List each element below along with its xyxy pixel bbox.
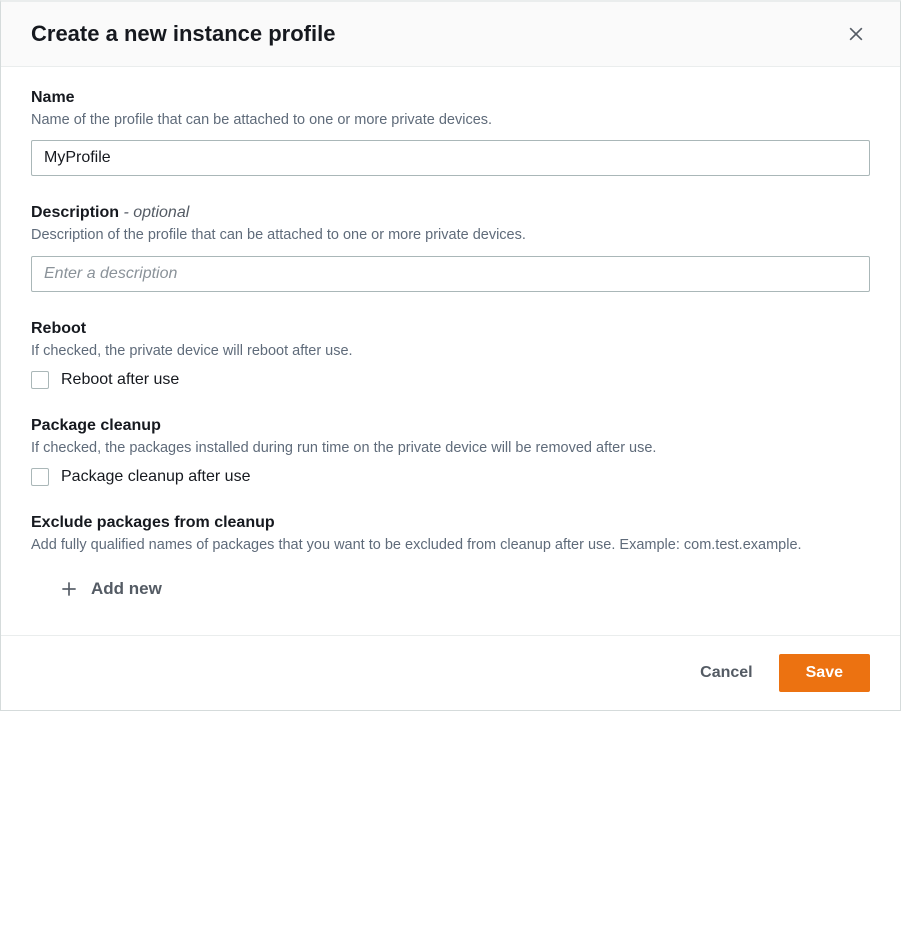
description-optional-suffix: - optional [119, 204, 189, 221]
modal-title: Create a new instance profile [31, 21, 335, 47]
name-label: Name [31, 89, 870, 107]
save-button[interactable]: Save [779, 654, 870, 692]
description-label: Description - optional [31, 204, 870, 222]
create-instance-profile-modal: Create a new instance profile Name Name … [0, 0, 901, 711]
description-input[interactable] [31, 256, 870, 292]
name-input[interactable] [31, 140, 870, 176]
package-cleanup-checkbox-label[interactable]: Package cleanup after use [61, 468, 250, 486]
reboot-label: Reboot [31, 320, 870, 338]
exclude-packages-field-group: Exclude packages from cleanup Add fully … [31, 514, 870, 605]
package-cleanup-label: Package cleanup [31, 417, 870, 435]
modal-header: Create a new instance profile [1, 2, 900, 67]
description-field-group: Description - optional Description of th… [31, 204, 870, 291]
name-field-group: Name Name of the profile that can be att… [31, 89, 870, 176]
reboot-checkbox-row: Reboot after use [31, 371, 870, 389]
package-cleanup-checkbox-row: Package cleanup after use [31, 468, 870, 486]
reboot-hint: If checked, the private device will rebo… [31, 341, 870, 361]
package-cleanup-field-group: Package cleanup If checked, the packages… [31, 417, 870, 486]
exclude-packages-label: Exclude packages from cleanup [31, 514, 870, 532]
modal-footer: Cancel Save [1, 635, 900, 710]
close-button[interactable] [842, 20, 870, 48]
reboot-field-group: Reboot If checked, the private device wi… [31, 320, 870, 389]
cancel-button[interactable]: Cancel [696, 656, 756, 690]
package-cleanup-checkbox[interactable] [31, 468, 49, 486]
exclude-packages-hint: Add fully qualified names of packages th… [31, 535, 870, 555]
description-label-text: Description [31, 204, 119, 221]
add-new-label: Add new [91, 579, 162, 599]
plus-icon [59, 579, 79, 599]
reboot-checkbox-label[interactable]: Reboot after use [61, 371, 179, 389]
description-hint: Description of the profile that can be a… [31, 225, 870, 245]
close-icon [846, 24, 866, 44]
name-hint: Name of the profile that can be attached… [31, 110, 870, 130]
reboot-checkbox[interactable] [31, 371, 49, 389]
add-new-button[interactable]: Add new [59, 573, 162, 605]
modal-body: Name Name of the profile that can be att… [1, 67, 900, 635]
package-cleanup-hint: If checked, the packages installed durin… [31, 438, 870, 458]
